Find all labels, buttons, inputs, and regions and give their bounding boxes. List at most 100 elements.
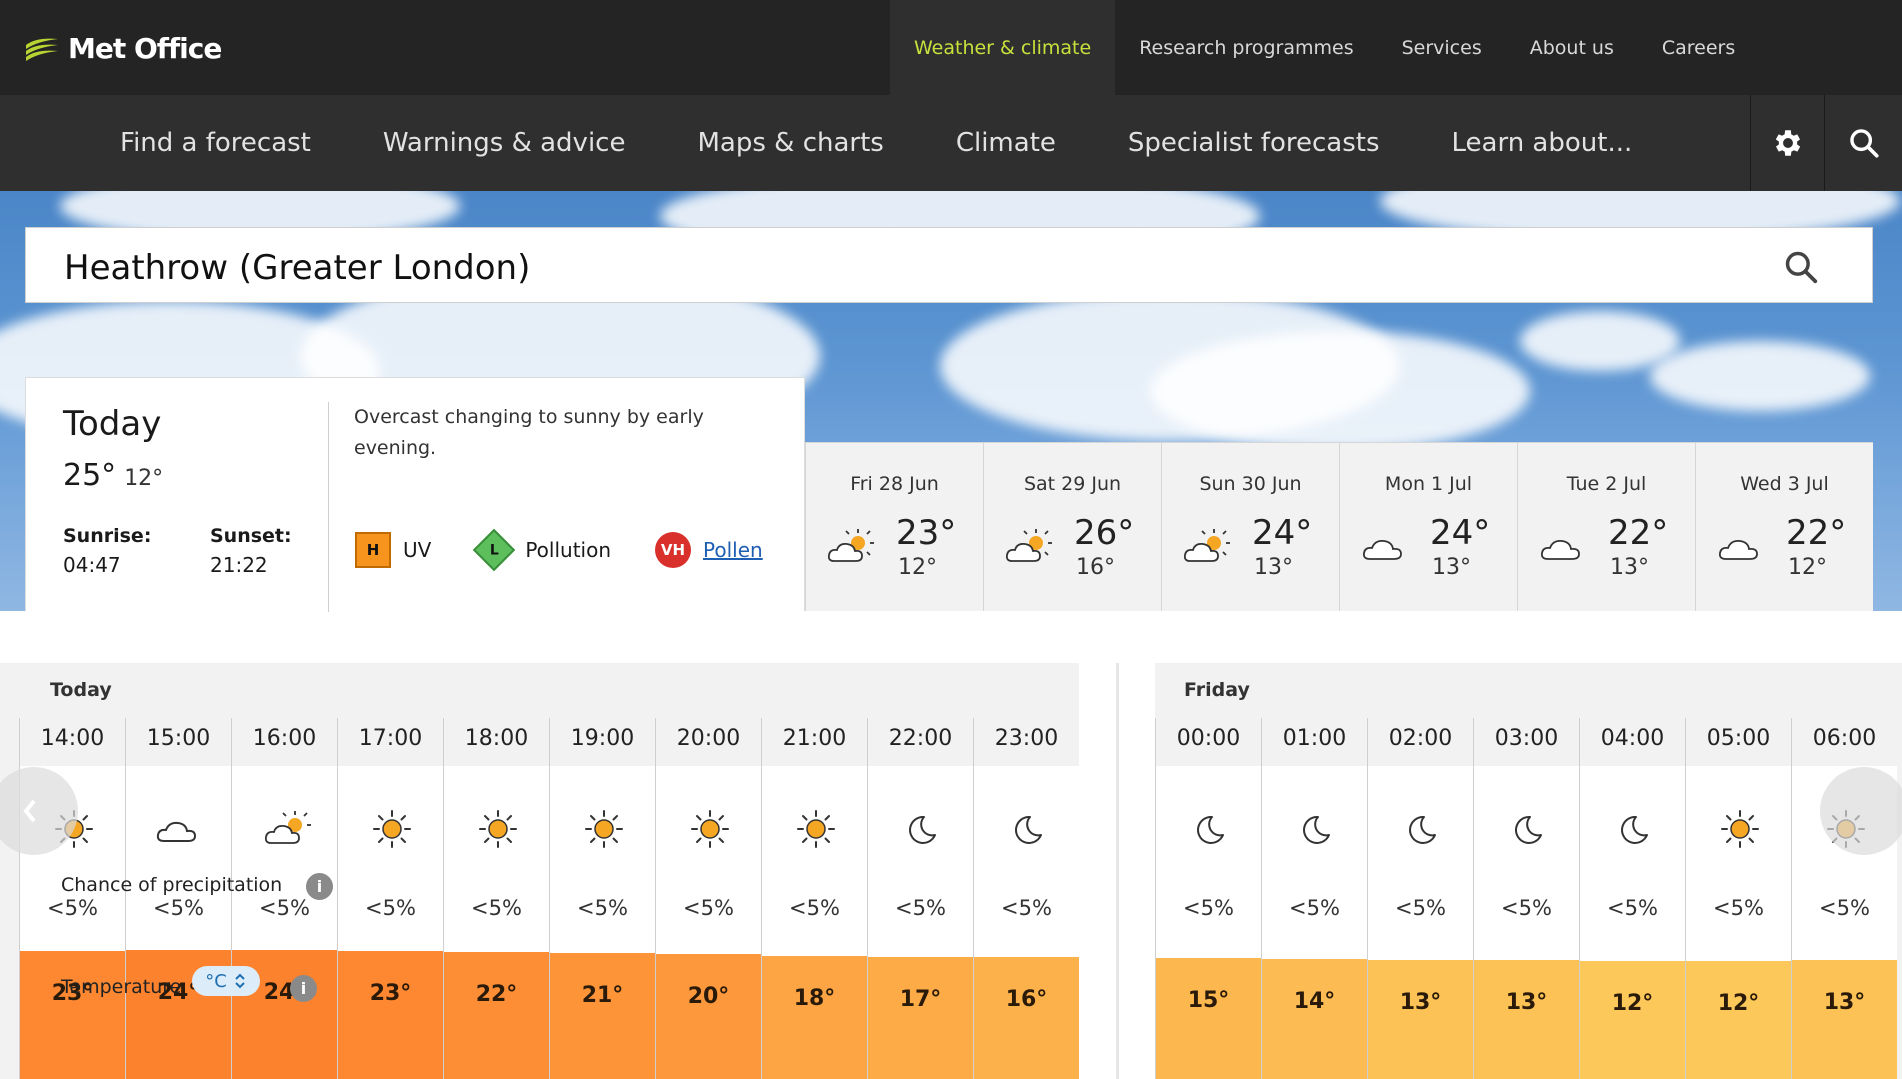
hour-time: 00:00 bbox=[1176, 726, 1241, 751]
hour-column: 20:00 <5% 20° bbox=[655, 718, 761, 1079]
search-icon[interactable] bbox=[1782, 248, 1820, 286]
hour-temp: 17° bbox=[868, 956, 973, 1079]
day-tab[interactable]: Wed 3 Jul 22° 12° bbox=[1695, 442, 1873, 611]
day-tab[interactable]: Sun 30 Jun 24° 13° bbox=[1161, 442, 1339, 611]
hour-temp: 15° bbox=[1156, 958, 1261, 1079]
moon-icon bbox=[1409, 815, 1436, 844]
top-nav-weather-climate[interactable]: Weather & climate bbox=[890, 0, 1116, 95]
met-office-logo[interactable]: Met Office bbox=[24, 28, 222, 68]
settings-button[interactable] bbox=[1750, 95, 1824, 191]
uv-label: UV bbox=[403, 538, 432, 562]
pollution-indicator[interactable]: L Pollution bbox=[473, 528, 612, 572]
secondary-nav: Find a forecast Warnings & advice Maps &… bbox=[84, 95, 1668, 191]
hour-column: 22:00 <5% 17° bbox=[867, 718, 973, 1079]
hour-temp: 13° bbox=[1792, 960, 1897, 1079]
temperature-info-button[interactable]: i bbox=[290, 975, 317, 1002]
uv-indicator[interactable]: H UV bbox=[355, 532, 431, 568]
hour-temp: 18° bbox=[762, 955, 867, 1079]
day-tab[interactable]: Sat 29 Jun 26° 16° bbox=[983, 442, 1161, 611]
hourly-day-label: Today bbox=[50, 679, 112, 701]
hour-precip: <5% bbox=[577, 896, 628, 920]
pollution-label: Pollution bbox=[525, 538, 612, 562]
temperature-unit-toggle[interactable]: °C bbox=[192, 966, 260, 996]
hour-temp: 20° bbox=[656, 953, 761, 1079]
hour-time: 05:00 bbox=[1706, 726, 1771, 751]
day-separator bbox=[1116, 663, 1119, 1079]
top-nav-services[interactable]: Services bbox=[1378, 0, 1506, 95]
moon-icon bbox=[909, 815, 936, 844]
cloud-icon bbox=[156, 821, 197, 842]
top-nav-research-programmes[interactable]: Research programmes bbox=[1115, 0, 1377, 95]
day-tab[interactable]: Tue 2 Jul 22° 13° bbox=[1517, 442, 1695, 611]
moon-icon bbox=[1015, 815, 1042, 844]
hour-time: 20:00 bbox=[676, 726, 741, 751]
moon-icon bbox=[1197, 815, 1224, 844]
sunrise-time: 04:47 bbox=[63, 553, 121, 577]
moon-icon bbox=[1303, 815, 1330, 844]
logo-swoosh-icon bbox=[26, 38, 58, 61]
top-bar: Met Office Weather & climate Research pr… bbox=[0, 0, 1902, 95]
hour-column: 01:00 <5% 14° bbox=[1261, 718, 1367, 1079]
hour-precip: <5% bbox=[789, 896, 840, 920]
hour-temp: 13° bbox=[1368, 960, 1473, 1079]
hour-precip: <5% bbox=[1001, 896, 1052, 920]
day-tab[interactable]: Fri 28 Jun 23° 12° bbox=[805, 442, 983, 611]
hour-column: 04:00 <5% 12° bbox=[1579, 718, 1685, 1079]
nav-maps-charts[interactable]: Maps & charts bbox=[661, 95, 919, 191]
hour-precip: <5% bbox=[1395, 896, 1446, 920]
day-name: Fri 28 Jun bbox=[850, 473, 939, 495]
day-name: Wed 3 Jul bbox=[1740, 473, 1829, 495]
hour-column: 19:00 <5% 21° bbox=[549, 718, 655, 1079]
pollen-link[interactable]: Pollen bbox=[703, 538, 763, 562]
hourly-forecast-today: Today 14:00 <5% 23° 15:00 <5% 24° 16:00 <5% 24° 1… bbox=[0, 663, 1079, 1079]
hour-precip: <5% bbox=[1713, 896, 1764, 920]
day-tab[interactable]: Mon 1 Jul 24° 13° bbox=[1339, 442, 1517, 611]
hour-temp: 13° bbox=[1474, 960, 1579, 1079]
temperature-row-label: Temperature bbox=[61, 976, 182, 998]
nav-learn-about[interactable]: Learn about... bbox=[1416, 95, 1669, 191]
location-search-value[interactable]: Heathrow (Greater London) bbox=[64, 248, 530, 288]
moon-icon bbox=[1515, 815, 1542, 844]
hour-precip: <5% bbox=[683, 896, 734, 920]
sun-cloud-icon bbox=[827, 529, 874, 562]
nav-climate[interactable]: Climate bbox=[920, 95, 1092, 191]
site-search-button[interactable] bbox=[1824, 95, 1902, 191]
nav-find-forecast[interactable]: Find a forecast bbox=[84, 95, 347, 191]
hour-time: 04:00 bbox=[1600, 726, 1665, 751]
hour-column: 23:00 <5% 16° bbox=[973, 718, 1079, 1079]
sunset-time: 21:22 bbox=[210, 553, 268, 577]
scroll-left-button[interactable] bbox=[0, 767, 78, 855]
sun-cloud-icon bbox=[1005, 529, 1052, 562]
today-title: Today bbox=[63, 404, 162, 444]
nav-specialist-forecasts[interactable]: Specialist forecasts bbox=[1092, 95, 1416, 191]
top-nav-careers[interactable]: Careers bbox=[1638, 0, 1759, 95]
hour-time: 14:00 bbox=[40, 726, 105, 751]
scroll-right-button[interactable] bbox=[1820, 767, 1902, 855]
precip-info-button[interactable]: i bbox=[306, 873, 333, 900]
cloud-icon bbox=[1540, 539, 1580, 560]
day-low: 13° bbox=[1254, 555, 1293, 580]
card-divider bbox=[328, 402, 329, 612]
sun-cloud-icon bbox=[1183, 529, 1230, 562]
hour-precip: <5% bbox=[1501, 896, 1552, 920]
location-search-field[interactable]: Heathrow (Greater London) bbox=[25, 227, 1873, 303]
sun-icon bbox=[479, 810, 517, 848]
day-name: Sat 29 Jun bbox=[1023, 473, 1122, 495]
sun-cloud-icon bbox=[264, 811, 311, 844]
hour-precip: <5% bbox=[47, 896, 98, 920]
day-high: 22° bbox=[1786, 513, 1847, 553]
hour-column: 03:00 <5% 13° bbox=[1473, 718, 1579, 1079]
nav-warnings-advice[interactable]: Warnings & advice bbox=[347, 95, 662, 191]
today-summary-card: Today 25° 12° Sunrise: 04:47 Sunset: 21:2… bbox=[25, 377, 805, 612]
day-high: 24° bbox=[1252, 513, 1313, 553]
hour-time: 16:00 bbox=[252, 726, 317, 751]
top-nav-about-us[interactable]: About us bbox=[1506, 0, 1638, 95]
hour-time: 19:00 bbox=[570, 726, 635, 751]
hour-temp: 21° bbox=[550, 952, 655, 1079]
hour-time: 17:00 bbox=[358, 726, 423, 751]
hour-column: 17:00 <5% 23° bbox=[337, 718, 443, 1079]
hour-column: 15:00 <5% 24° bbox=[125, 718, 231, 1079]
hour-precip: <5% bbox=[1607, 896, 1658, 920]
day-low: 12° bbox=[898, 555, 937, 580]
pollen-indicator[interactable]: VH Pollen bbox=[655, 532, 763, 568]
